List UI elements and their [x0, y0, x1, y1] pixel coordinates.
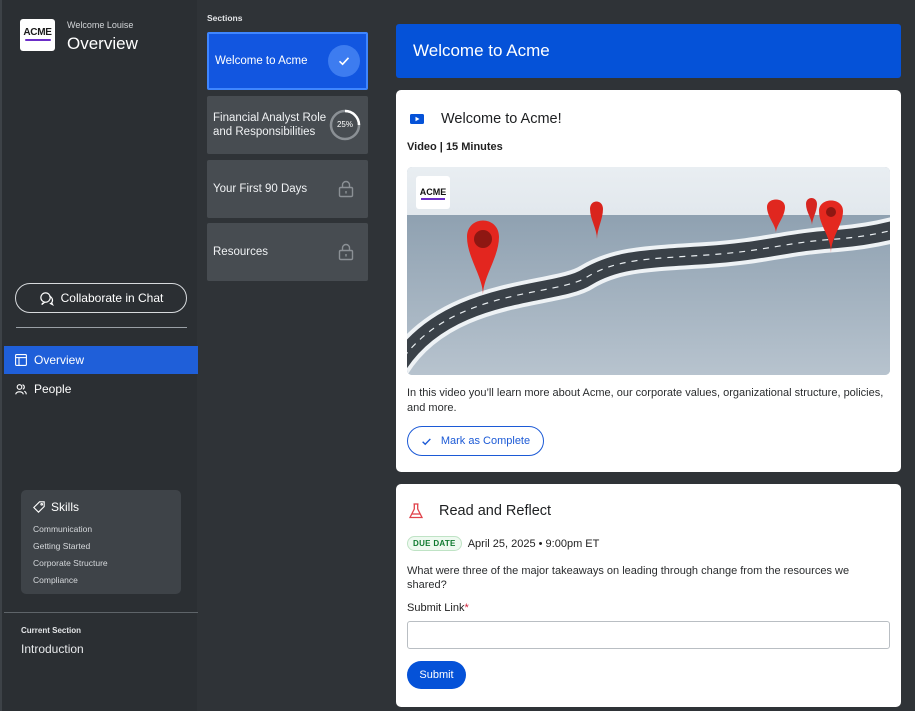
- left-sidebar: ACME Welcome Louise Overview Collaborate…: [0, 0, 198, 711]
- submit-button-label: Submit: [419, 669, 454, 681]
- submit-button[interactable]: Submit: [407, 661, 466, 689]
- section-label: Resources: [213, 246, 268, 258]
- section-item-welcome[interactable]: Welcome to Acme: [207, 32, 368, 90]
- thumbnail-logo-text: ACME: [419, 187, 447, 197]
- reflect-question: What were three of the major takeaways o…: [407, 565, 850, 591]
- due-date-value: April 25, 2025 • 9:00pm ET: [467, 537, 600, 550]
- completed-check-icon: [328, 45, 360, 77]
- mark-as-complete-label: Mark as Complete: [440, 435, 531, 447]
- submit-link-label: Submit Link*: [407, 602, 469, 614]
- mark-as-complete-button[interactable]: Mark as Complete: [407, 426, 544, 456]
- banner-title: Welcome to Acme: [413, 41, 550, 60]
- submit-link-label-text: Submit Link: [407, 602, 465, 614]
- skill-item: Getting Started: [33, 541, 91, 551]
- section-label: Welcome to Acme: [215, 55, 308, 67]
- skills-header: Skills: [33, 500, 169, 514]
- video-card-title: Welcome to Acme!: [441, 111, 562, 127]
- current-section-label: Current Section: [21, 626, 82, 635]
- page-title: Overview: [67, 34, 138, 53]
- video-meta: Video | 15 Minutes: [407, 141, 503, 153]
- reflect-card-title: Read and Reflect: [439, 503, 552, 519]
- read-reflect-card: Read and Reflect DUE DATE April 25, 2025…: [396, 484, 901, 707]
- section-item-financial-analyst[interactable]: Financial Analyst Role and Responsibilit…: [207, 96, 368, 154]
- section-label: Financial Analyst Role and Responsibilit…: [213, 112, 327, 138]
- skill-item: Communication: [33, 524, 93, 534]
- skill-item: Corporate Structure: [33, 558, 108, 568]
- required-asterisk: *: [464, 602, 469, 614]
- sidebar-divider: [16, 327, 187, 328]
- sidebar-bottom-divider: [4, 612, 198, 613]
- check-icon: [422, 437, 431, 445]
- progress-percent: 25%: [336, 120, 353, 129]
- collaborate-in-chat-button[interactable]: Collaborate in Chat: [15, 283, 187, 313]
- submit-link-input[interactable]: [407, 621, 890, 649]
- skills-title: Skills: [51, 500, 80, 514]
- tag-icon: [33, 501, 45, 513]
- video-card: Welcome to Acme! Video | 15 Minutes ACME…: [396, 90, 901, 472]
- skills-card: Skills Communication Getting Started Cor…: [21, 490, 181, 594]
- logo-swoosh: [24, 39, 51, 41]
- road-map-pins-illustration: [407, 167, 890, 375]
- collaborate-label: Collaborate in Chat: [60, 291, 164, 305]
- nav-people-label: People: [34, 382, 72, 396]
- progress-ring-icon: 25%: [328, 108, 362, 142]
- due-date-row: DUE DATE April 25, 2025 • 9:00pm ET: [407, 536, 599, 551]
- chat-bubbles-icon: [39, 291, 54, 306]
- welcome-user-text: Welcome Louise: [67, 20, 134, 30]
- thumbnail-acme-logo: ACME: [416, 176, 450, 209]
- nav-overview-label: Overview: [34, 353, 85, 367]
- nav-item-people[interactable]: People: [4, 375, 198, 403]
- skill-item: Compliance: [33, 575, 78, 585]
- lock-icon: [338, 243, 354, 261]
- sections-heading: Sections: [207, 13, 243, 23]
- layout-icon: [15, 354, 27, 366]
- section-label: Your First 90 Days: [213, 183, 308, 195]
- video-play-icon: [410, 114, 424, 124]
- lock-icon: [338, 180, 354, 198]
- current-section-value: Introduction: [21, 642, 84, 656]
- video-description: In this video you’ll learn more about Ac…: [407, 387, 884, 414]
- logo-swoosh: [421, 198, 445, 200]
- nav-item-overview[interactable]: Overview: [4, 346, 198, 374]
- due-date-badge: DUE DATE: [407, 536, 462, 551]
- section-item-resources[interactable]: Resources: [207, 223, 368, 281]
- reflect-card-header: Read and Reflect: [407, 502, 551, 520]
- section-item-first-90-days[interactable]: Your First 90 Days: [207, 160, 368, 218]
- video-card-header: Welcome to Acme!: [407, 109, 562, 129]
- logo-text: ACME: [23, 27, 52, 38]
- section-banner: Welcome to Acme: [396, 24, 901, 78]
- people-icon: [15, 384, 27, 395]
- acme-logo: ACME: [20, 19, 55, 51]
- video-thumbnail[interactable]: ACME: [407, 167, 890, 375]
- flask-icon: [408, 503, 424, 519]
